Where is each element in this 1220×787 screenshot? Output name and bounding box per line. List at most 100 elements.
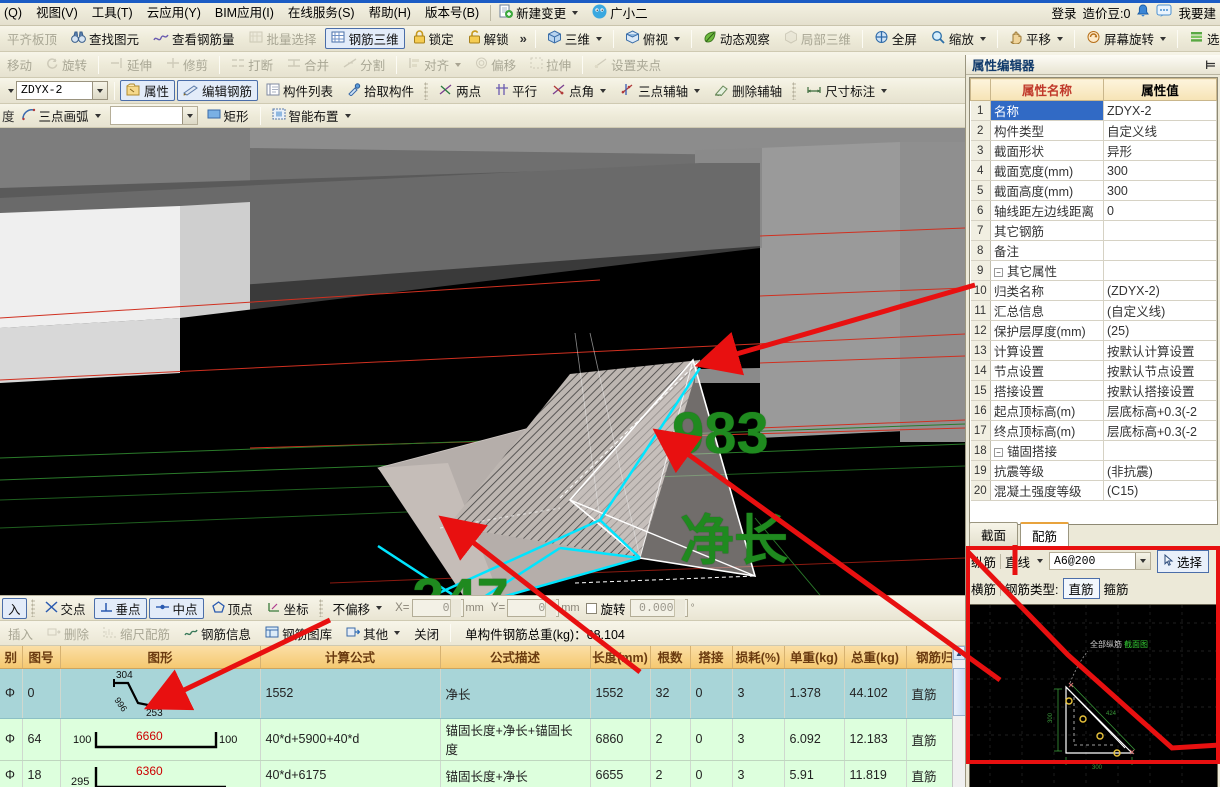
pick-component-button[interactable]: 拾取构件: [341, 80, 420, 101]
row-value[interactable]: 层底标高+0.3(-2: [1104, 421, 1217, 441]
table-row[interactable]: Φ 64 100 100 6660 40*d+5900+40*d: [0, 718, 965, 760]
offset-button[interactable]: 偏移: [469, 54, 522, 75]
row-value[interactable]: (25): [1104, 321, 1217, 341]
menu-item-bim[interactable]: BIM应用(I): [208, 3, 281, 23]
edit-rebar-button[interactable]: 编辑钢筋: [177, 80, 258, 101]
property-row-name[interactable]: 1 名称 ZDYX-2: [971, 101, 1217, 121]
chevron-down-icon[interactable]: [92, 82, 107, 99]
collapse-icon[interactable]: −: [994, 268, 1003, 277]
property-row-cover-thickness[interactable]: 12 保护层厚度(mm) (25): [971, 321, 1217, 341]
chevron-down-icon[interactable]: [674, 37, 680, 41]
row-value[interactable]: 按默认搭接设置: [1104, 381, 1217, 401]
row-value[interactable]: 层底标高+0.3(-2: [1104, 401, 1217, 421]
tab-section[interactable]: 截面: [969, 522, 1018, 546]
chevron-down-icon[interactable]: [600, 89, 606, 93]
rebar-section-preview[interactable]: 全部纵筋 截面图 300 300 424: [969, 604, 1218, 787]
property-row-summary-info[interactable]: 11 汇总信息 (自定义线): [971, 301, 1217, 321]
property-row-section-height[interactable]: 5 截面高度(mm) 300: [971, 181, 1217, 201]
rebar-library-button[interactable]: 钢筋图库: [259, 623, 338, 644]
menu-item-view[interactable]: 视图(V): [29, 3, 85, 23]
chevron-down-icon[interactable]: [455, 63, 461, 67]
local-3d-button[interactable]: 局部三维: [778, 28, 857, 49]
pin-icon[interactable]: ⊨: [1205, 58, 1216, 72]
midpoint-snap-button[interactable]: 中点: [149, 598, 204, 619]
menu-item-help[interactable]: 帮助(H): [362, 3, 418, 23]
dimension-button[interactable]: 尺寸标注: [800, 80, 893, 101]
menu-item-tools[interactable]: 工具(T): [85, 3, 140, 23]
model-viewport-3d[interactable]: 983 净长 247 1552 2: [0, 128, 965, 595]
row-value[interactable]: [1104, 241, 1217, 261]
menu-item-partial[interactable]: (Q): [2, 3, 29, 23]
zoom-button[interactable]: 缩放: [925, 28, 992, 49]
y-offset-input[interactable]: 0: [507, 599, 559, 617]
row-value[interactable]: [1104, 261, 1217, 281]
view-rebar-qty-button[interactable]: 查看钢筋量: [147, 28, 241, 49]
login-link[interactable]: 登录: [1052, 3, 1077, 22]
chevron-down-icon[interactable]: [376, 606, 382, 610]
rebar-type-straight-option[interactable]: 直筋: [1063, 578, 1100, 599]
property-row-section-width[interactable]: 4 截面宽度(mm) 300: [971, 161, 1217, 181]
user-account[interactable]: 广小二: [588, 2, 652, 23]
two-point-button[interactable]: 两点: [432, 80, 487, 101]
header-formula[interactable]: 计算公式: [260, 646, 440, 668]
header-property-value[interactable]: 属性值: [1104, 79, 1217, 101]
three-d-button[interactable]: 三维: [541, 28, 608, 49]
row-value[interactable]: 0: [1104, 201, 1217, 221]
header-desc[interactable]: 公式描述: [440, 646, 590, 668]
x-offset-spinner[interactable]: [450, 599, 461, 617]
header-lap[interactable]: 搭接: [690, 646, 732, 668]
rotate-spinner[interactable]: [674, 599, 685, 617]
property-row-remark[interactable]: 8 备注: [971, 241, 1217, 261]
table-row[interactable]: Φ 0 304 996 253 1552: [0, 668, 965, 718]
menu-item-version[interactable]: 版本号(B): [418, 3, 486, 23]
rect-button[interactable]: 矩形: [201, 105, 255, 126]
rebar-type-stirrup-option[interactable]: 箍筋: [1104, 579, 1129, 598]
set-grip-button[interactable]: 设置夹点: [588, 54, 667, 75]
property-row-lap-settings[interactable]: 15 搭接设置 按默认搭接设置: [971, 381, 1217, 401]
header-property-name[interactable]: 属性名称: [991, 79, 1104, 101]
find-element-button[interactable]: 查找图元: [65, 28, 145, 49]
chevron-down-icon[interactable]: [182, 107, 197, 124]
row-value[interactable]: 300: [1104, 161, 1217, 181]
x-offset-input[interactable]: 0: [412, 599, 464, 617]
header-length[interactable]: 长度(mm): [590, 646, 650, 668]
arc-param-combo[interactable]: [110, 106, 198, 125]
property-row-seismic-grade[interactable]: 19 抗震等级 (非抗震): [971, 461, 1217, 481]
feedback-link[interactable]: 我要建: [1178, 3, 1216, 22]
component-list-button[interactable]: 构件列表: [260, 80, 339, 101]
rebar-data-table[interactable]: 别 图号 图形 计算公式 公式描述 长度(mm) 根数 搭接 损耗(%) 单重(…: [0, 646, 965, 787]
point-angle-button[interactable]: 点角: [545, 80, 612, 101]
property-row-start-elevation[interactable]: 16 起点顶标高(m) 层底标高+0.3(-2: [971, 401, 1217, 421]
chevron-down-icon[interactable]: [1037, 559, 1043, 563]
split-button[interactable]: 分割: [337, 54, 391, 75]
header-shape-no[interactable]: 图号: [22, 646, 60, 668]
row-value[interactable]: 异形: [1104, 141, 1217, 161]
rebar-info-button[interactable]: 钢筋信息: [178, 623, 257, 644]
select-rebar-button[interactable]: 选择: [1157, 550, 1209, 573]
header-loss[interactable]: 损耗(%): [732, 646, 784, 668]
chevron-down-icon[interactable]: [980, 37, 986, 41]
header-total-weight[interactable]: 总重(kg): [844, 646, 906, 668]
menu-item-cloud[interactable]: 云应用(Y): [140, 3, 208, 23]
chevron-down-icon[interactable]: [596, 37, 602, 41]
three-point-axis-button[interactable]: 三点辅轴: [614, 80, 706, 101]
vertex-snap-button[interactable]: 顶点: [206, 598, 259, 619]
chevron-down-icon[interactable]: [572, 11, 578, 15]
property-row-other-rebar[interactable]: 7 其它钢筋: [971, 221, 1217, 241]
toolbar-overflow-button[interactable]: »: [516, 31, 531, 46]
screen-rotate-button[interactable]: 屏幕旋转: [1080, 28, 1172, 49]
close-button[interactable]: 关闭: [408, 623, 445, 644]
scroll-up-button[interactable]: ▲: [953, 646, 965, 660]
smart-layout-button[interactable]: 智能布置: [266, 105, 357, 126]
extend-button[interactable]: 延伸: [104, 54, 158, 75]
chevron-down-icon[interactable]: [881, 89, 887, 93]
chevron-down-icon[interactable]: [8, 89, 14, 93]
rebar-spec-combo[interactable]: A6@200: [1049, 552, 1151, 570]
property-row-anchor-lap-group[interactable]: 18 −锚固搭接: [971, 441, 1217, 461]
insert-row-button[interactable]: 插入: [2, 623, 39, 644]
scale-rebar-button[interactable]: 缩尺配筋: [97, 623, 176, 644]
property-row-end-elevation[interactable]: 17 终点顶标高(m) 层底标高+0.3(-2: [971, 421, 1217, 441]
rotate-button[interactable]: 旋转: [40, 54, 93, 75]
menu-item-online-service[interactable]: 在线服务(S): [281, 3, 362, 23]
component-combo[interactable]: ZDYX-2: [16, 81, 108, 100]
